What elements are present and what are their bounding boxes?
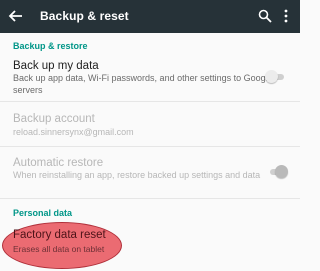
- backup-account-title: Backup account: [13, 113, 95, 125]
- divider: [0, 101, 300, 102]
- divider: [0, 198, 300, 199]
- search-icon[interactable]: [258, 9, 272, 23]
- automatic-restore-toggle: [268, 165, 288, 179]
- more-vert-icon[interactable]: [282, 9, 290, 23]
- automatic-restore-subtitle: When reinstalling an app, restore backed…: [13, 170, 261, 180]
- back-up-subtitle: Back up app data, Wi-Fi passwords, and o…: [13, 73, 273, 95]
- factory-reset-title: Factory data reset: [13, 229, 106, 241]
- section-header-personal-data: Personal data: [13, 208, 73, 218]
- backup-account-email: reload.sinnersynx@gmail.com: [13, 127, 134, 137]
- factory-reset-subtitle: Erases all data on tablet: [13, 244, 105, 254]
- back-arrow-icon[interactable]: [8, 8, 24, 24]
- section-header-backup-restore: Backup & restore: [13, 41, 88, 51]
- back-up-toggle[interactable]: [265, 70, 285, 84]
- automatic-restore-title: Automatic restore: [13, 157, 104, 169]
- app-bar: Backup & reset: [0, 0, 300, 33]
- divider: [0, 146, 300, 147]
- back-up-title: Back up my data: [13, 60, 99, 72]
- page-title: Backup & reset: [40, 9, 129, 23]
